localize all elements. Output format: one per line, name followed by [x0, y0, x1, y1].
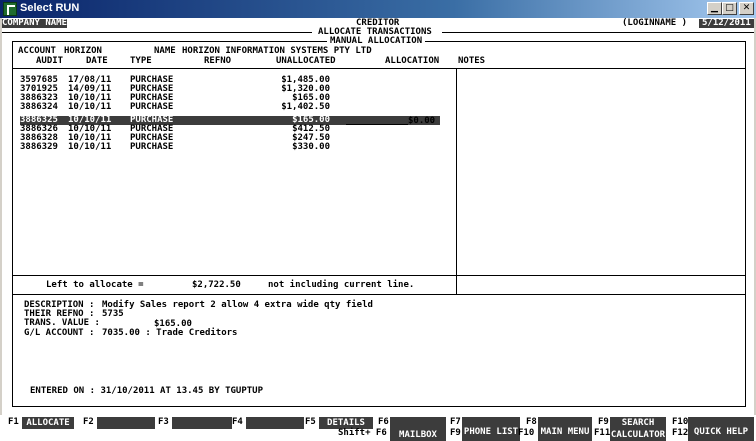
function-key-bar: F1 ALLOCATE F2 F3 F4 F5 DETAILS F6 Shift… [0, 415, 756, 441]
fkey-number: F7 [450, 417, 461, 427]
account-label: ACCOUNT [18, 46, 56, 56]
left-to-allocate-label: Left to allocate = [46, 280, 144, 290]
fkey-shift-number: F11 [594, 428, 611, 438]
entered-on: ENTERED ON : 31/10/2011 AT 13.45 BY TGUP… [30, 386, 263, 396]
name-label: NAME [154, 46, 176, 56]
col-type: TYPE [130, 56, 152, 66]
title-rule-left [2, 32, 312, 33]
left-to-allocate-value: $2,722.50 [192, 280, 241, 290]
title-rule-right [442, 32, 754, 33]
row-audit: 3886324 [20, 102, 58, 112]
gl-account-value: 7035.00 : Trade Creditors [102, 328, 238, 338]
fkey-label: SEARCH [610, 417, 666, 429]
table-row[interactable]: 3886324 10/10/11 PURCHASE $1,402.50 [20, 103, 440, 112]
row-type: PURCHASE [130, 102, 174, 112]
fkey-f3[interactable]: F3 [158, 415, 234, 441]
fkey-shift-number: F10 [518, 428, 535, 438]
fkey-f7[interactable]: F7 F9 PHONE LIST [450, 415, 520, 441]
company-name: COMPANY NAME [2, 18, 68, 28]
fkey-number: F8 [526, 417, 537, 427]
fkey-label-empty [97, 417, 155, 429]
fkey-label-empty [172, 417, 232, 429]
current-date: 5/12/2011 [699, 19, 754, 28]
fkey-label-empty [246, 417, 304, 429]
fkey-number: F4 [232, 417, 243, 427]
window-titlebar: Select RUN ▁ □ ✕ [0, 0, 756, 18]
minimize-button[interactable]: ▁ [707, 2, 722, 15]
fkey-f9[interactable]: F9 F11 SEARCH CALCULATOR [594, 415, 670, 441]
fkey-number: F9 [598, 417, 609, 427]
fkey-number: F10 [672, 417, 689, 427]
minimize-icon: ▁ [711, 3, 718, 13]
summary-rule-bottom [13, 294, 745, 295]
fkey-shift-label: CALCULATOR [610, 429, 666, 441]
description-value: Modify Sales report 2 allow 4 extra wide… [102, 300, 373, 310]
maximize-button[interactable]: □ [722, 2, 737, 15]
fkey-shift-number: F9 [450, 428, 461, 438]
fkey-label: ALLOCATE [22, 417, 74, 429]
fkey-f4[interactable]: F4 [232, 415, 308, 441]
col-date: DATE [86, 56, 108, 66]
account-name: HORIZON INFORMATION SYSTEMS PTY LTD [182, 46, 372, 56]
fkey-label: MAILBOX [390, 417, 446, 441]
fkey-label: QUICK HELP [688, 417, 754, 441]
fkey-f8[interactable]: F8 F10 MAIN MENU [518, 415, 592, 441]
maximize-icon: □ [725, 3, 734, 13]
row-unallocated: $1,402.50 [281, 102, 330, 112]
close-button[interactable]: ✕ [739, 2, 754, 15]
trans-value-label: TRANS. VALUE : [24, 318, 100, 328]
fkey-label: PHONE LIST [462, 417, 520, 441]
row-type: PURCHASE [130, 142, 174, 152]
row-date: 10/10/11 [68, 102, 112, 112]
col-refno: REFNO [204, 56, 232, 66]
close-icon: ✕ [742, 3, 751, 13]
fkey-f6[interactable]: F6 Shift+ F6 MAILBOX [338, 415, 446, 441]
fkey-number: F5 [305, 417, 316, 427]
fkey-f10[interactable]: F10 F12 QUICK HELP [672, 415, 756, 441]
fkey-number: F3 [158, 417, 169, 427]
terminal-screen: COMPANY NAME CREDITOR (LOGINNAME ) 5/12/… [2, 18, 754, 415]
col-unallocated: UNALLOCATED [276, 56, 336, 66]
col-audit: AUDIT [36, 56, 64, 66]
left-to-allocate-note: not including current line. [268, 280, 415, 290]
row-audit: 3886329 [20, 142, 58, 152]
col-notes: NOTES [458, 56, 486, 66]
notes-divider [456, 68, 457, 294]
fkey-f2[interactable]: F2 [83, 415, 155, 441]
fkey-number: F6 [378, 417, 389, 427]
row-unallocated: $330.00 [292, 142, 330, 152]
fkey-shift-number: Shift+ F6 [338, 428, 387, 438]
fkey-number: F1 [8, 417, 19, 427]
header-rule [13, 68, 745, 69]
summary-rule-top [13, 275, 745, 276]
login-name: (LOGINNAME ) [622, 18, 688, 28]
fkey-number: F2 [83, 417, 94, 427]
fkey-shift-number: F12 [672, 428, 689, 438]
fkey-label: MAIN MENU [538, 417, 592, 441]
app-icon [3, 2, 17, 16]
fkey-f1[interactable]: F1 ALLOCATE [8, 415, 78, 441]
col-allocation: ALLOCATION [385, 56, 440, 66]
their-refno-value: 5735 [102, 309, 124, 319]
account-code: HORIZON [64, 46, 102, 56]
row-date: 10/10/11 [68, 142, 112, 152]
sub-title: MANUAL ALLOCATION [327, 37, 426, 46]
gl-account-label: G/L ACCOUNT : [24, 328, 95, 338]
table-row[interactable]: 3886329 10/10/11 PURCHASE $330.00 [20, 143, 440, 152]
window-title: Select RUN [20, 2, 80, 14]
